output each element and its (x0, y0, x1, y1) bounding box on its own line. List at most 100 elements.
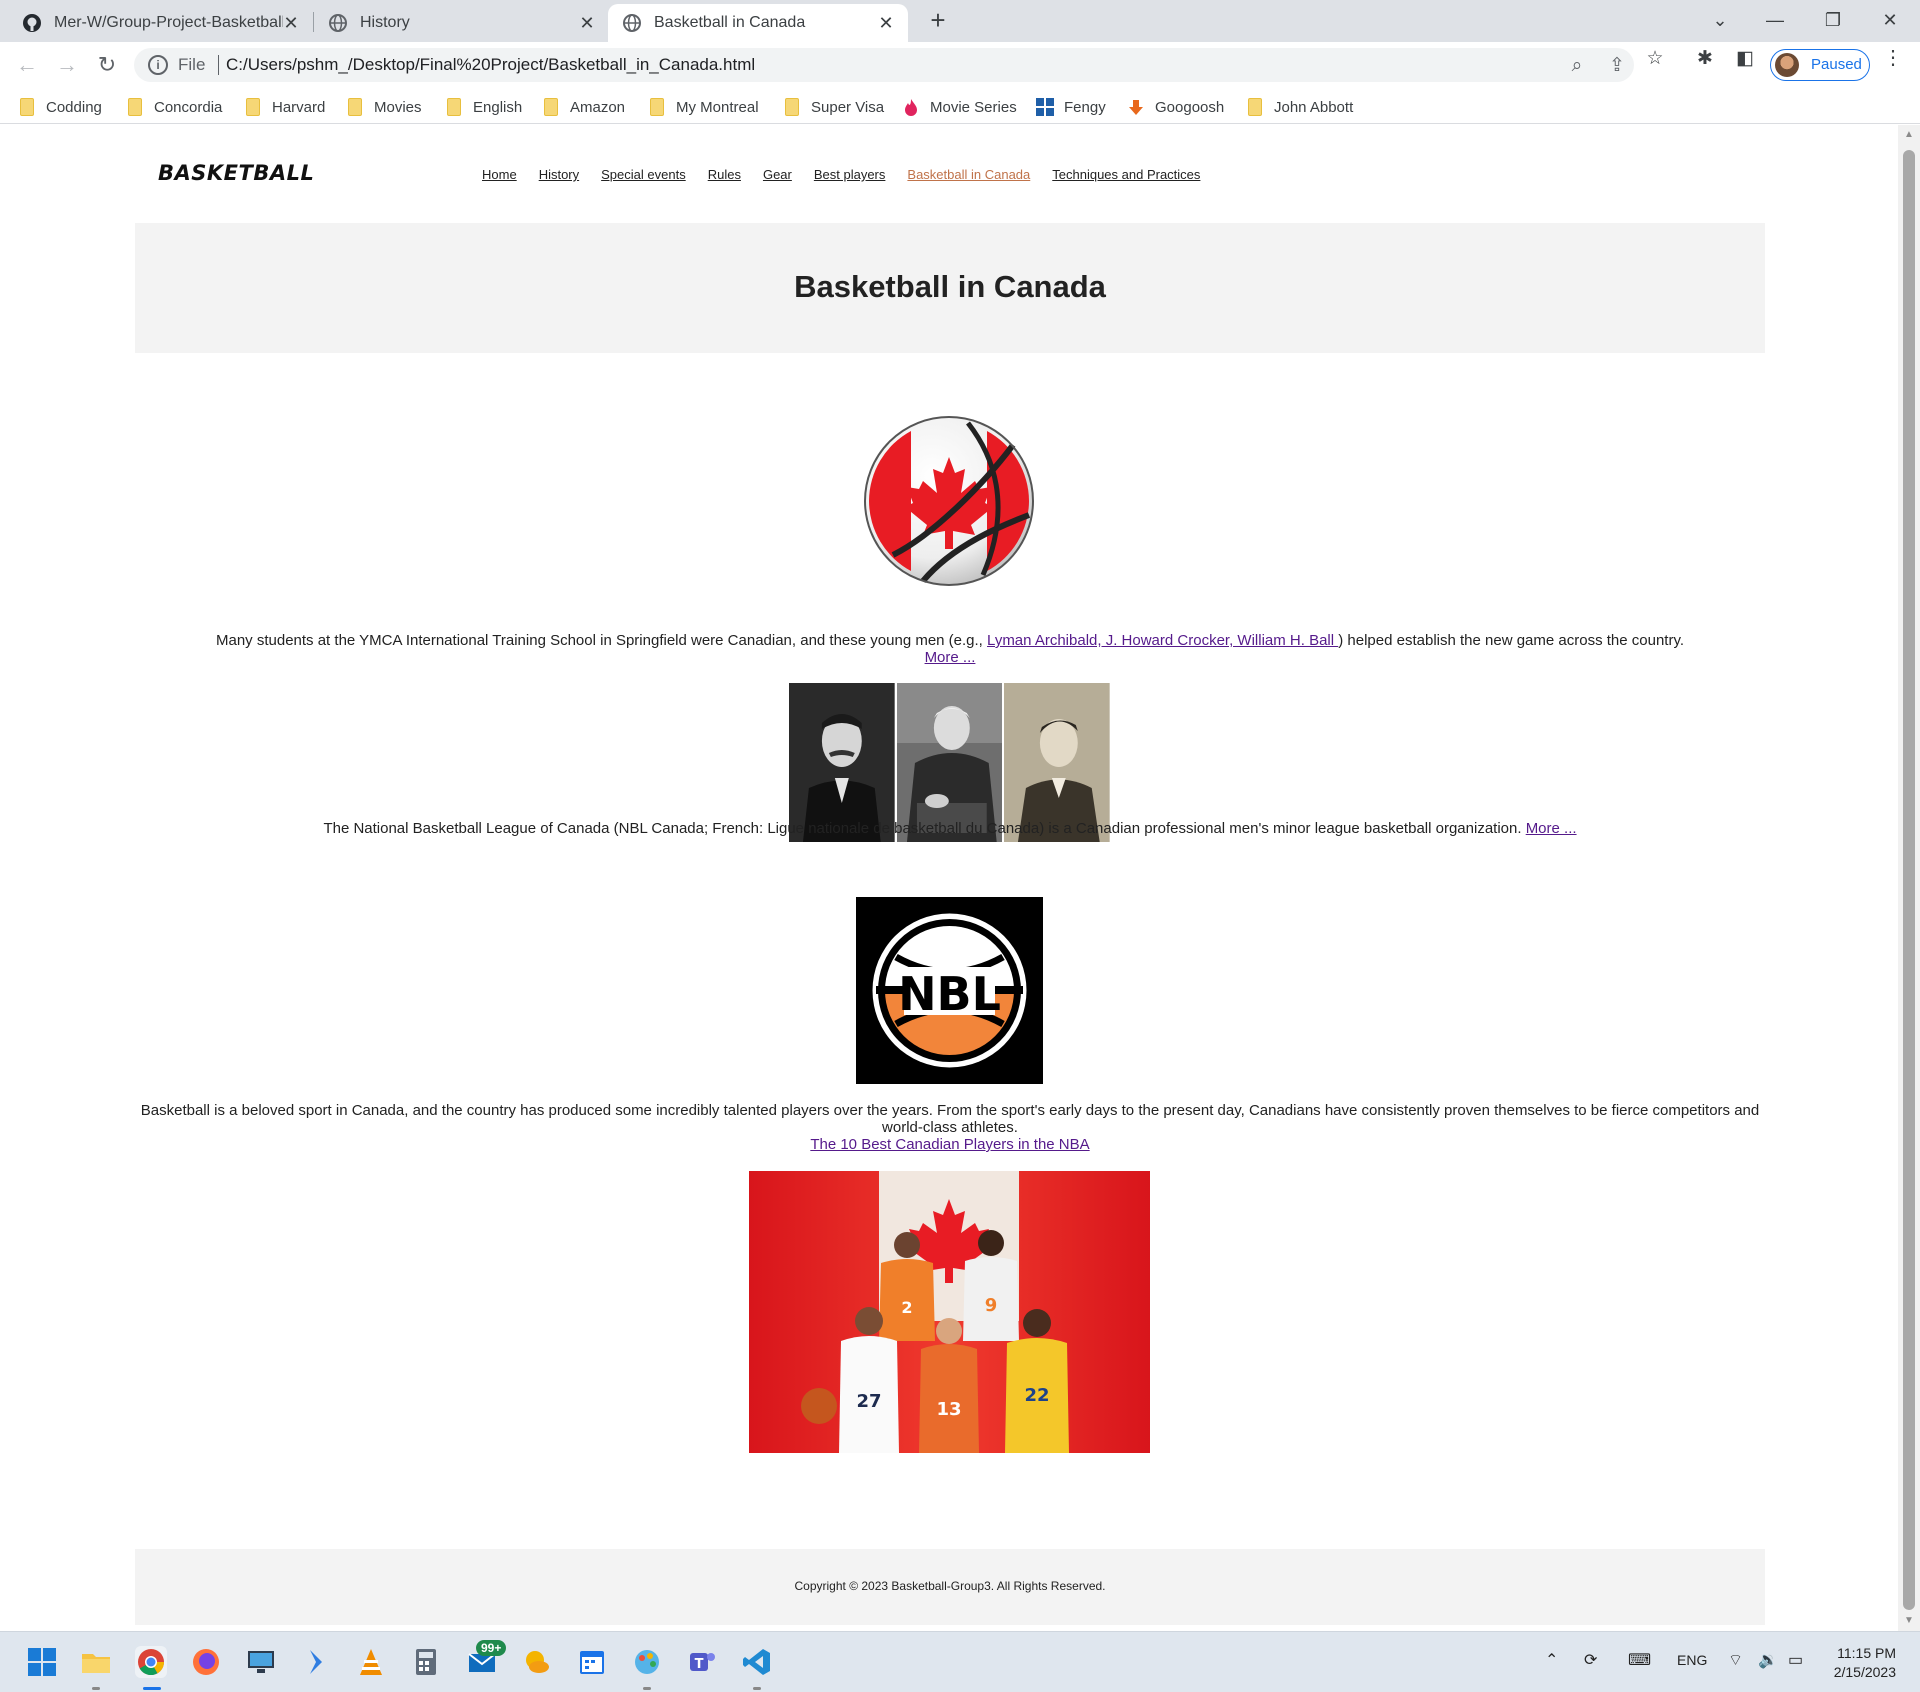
jersey-number: 22 (1024, 1385, 1049, 1406)
close-window-button[interactable]: ✕ (1870, 4, 1910, 36)
close-tab-icon[interactable]: ✕ (283, 13, 299, 34)
vlc-icon[interactable] (355, 1646, 387, 1678)
tab-history[interactable]: History ✕ (314, 4, 609, 42)
sync-icon[interactable]: ⟳ (1584, 1650, 1597, 1670)
site-info-icon[interactable]: i (148, 55, 168, 75)
close-tab-icon[interactable]: ✕ (579, 13, 595, 34)
tab-basketball-in-canada[interactable]: Basketball in Canada ✕ (608, 4, 908, 42)
jersey-number: 2 (901, 1298, 912, 1317)
bookmark-folder[interactable]: Harvard (246, 96, 325, 118)
reload-button[interactable]: ↻ (92, 50, 122, 80)
windows-start-icon[interactable] (26, 1646, 58, 1678)
firefox-icon[interactable] (190, 1646, 222, 1678)
bookmark-link[interactable]: Movie Series (902, 96, 1017, 118)
browser-toolbar: ← → ↻ i File C:/Users/pshm_/Desktop/Fina… (0, 42, 1920, 88)
bookmark-folder[interactable]: Codding (20, 96, 102, 118)
url-text[interactable]: C:/Users/pshm_/Desktop/Final%20Project/B… (226, 55, 755, 75)
site-logo[interactable]: BASKETBALL (158, 161, 314, 185)
nav-rules[interactable]: Rules (708, 167, 741, 182)
best-canadian-players-link[interactable]: The 10 Best Canadian Players in the NBA (810, 1136, 1089, 1153)
back-button[interactable]: ← (12, 50, 42, 80)
volume-icon[interactable]: 🔉 (1758, 1650, 1778, 1670)
folder-icon (246, 98, 260, 116)
scrollbar-thumb[interactable] (1903, 150, 1915, 1610)
keyboard-icon[interactable]: ⌨ (1628, 1650, 1651, 1670)
more-link[interactable]: More ... (1526, 820, 1577, 837)
tab-title: Basketball in Canada (654, 14, 806, 31)
share-icon[interactable]: ⇪ (1606, 55, 1628, 77)
power-automate-icon[interactable] (300, 1646, 332, 1678)
calculator-icon[interactable] (410, 1646, 442, 1678)
bookmark-link[interactable]: Googoosh (1127, 96, 1224, 118)
restore-button[interactable]: ❐ (1813, 4, 1853, 36)
download-arrow-icon (1129, 100, 1143, 115)
minimize-button[interactable]: — (1755, 4, 1795, 36)
wifi-icon[interactable]: ⌔ (1728, 1650, 1743, 1670)
quebec-flag-icon (1036, 98, 1054, 116)
nav-basketball-in-canada[interactable]: Basketball in Canada (907, 167, 1030, 182)
remote-desktop-icon[interactable] (245, 1646, 277, 1678)
bookmark-label: John Abbott (1274, 98, 1354, 116)
running-indicator (92, 1687, 100, 1690)
folder-icon (785, 98, 799, 116)
close-tab-icon[interactable]: ✕ (878, 13, 894, 34)
side-panel-icon[interactable]: ◧ (1734, 48, 1756, 70)
canada-basketball-image (864, 416, 1034, 586)
calendar-icon[interactable] (576, 1646, 608, 1678)
nav-gear[interactable]: Gear (763, 167, 792, 182)
nav-techniques-and-practices[interactable]: Techniques and Practices (1052, 167, 1200, 182)
paint-icon[interactable] (631, 1646, 663, 1678)
weather-icon[interactable] (521, 1646, 553, 1678)
bookmark-folder[interactable]: My Montreal (650, 96, 759, 118)
address-bar[interactable]: i File C:/Users/pshm_/Desktop/Final%20Pr… (134, 48, 1634, 82)
bookmark-folder[interactable]: John Abbott (1248, 96, 1353, 118)
language-indicator[interactable]: ENG (1677, 1652, 1707, 1668)
bookmark-folder[interactable]: Concordia (128, 96, 222, 118)
bookmark-link[interactable]: Fengy (1036, 96, 1106, 118)
battery-icon[interactable]: ▭ (1788, 1650, 1803, 1670)
chrome-icon[interactable] (135, 1646, 167, 1678)
forward-button[interactable]: → (52, 50, 82, 80)
jersey-number: 27 (856, 1391, 881, 1412)
bookmark-folder[interactable]: Super Visa (785, 96, 884, 118)
profile-button[interactable]: Paused (1770, 49, 1870, 81)
extensions-icon[interactable]: ✱ (1694, 48, 1716, 70)
tab-search-chevron-icon[interactable]: ⌄ (1700, 4, 1740, 36)
active-app-indicator (143, 1687, 161, 1690)
bookmark-star-icon[interactable]: ☆ (1644, 48, 1666, 70)
bookmark-folder[interactable]: English (447, 96, 522, 118)
nav-special-events[interactable]: Special events (601, 167, 686, 182)
more-link[interactable]: More ... (925, 649, 976, 666)
new-tab-button[interactable]: + (923, 6, 953, 36)
nav-history[interactable]: History (539, 167, 579, 182)
bookmark-folder[interactable]: Movies (348, 96, 422, 118)
founders-link[interactable]: Lyman Archibald, J. Howard Crocker, Will… (987, 632, 1338, 649)
file-explorer-icon[interactable] (80, 1646, 112, 1678)
flame-icon (905, 99, 917, 116)
tab-title: History (360, 14, 410, 31)
clock-date: 2/15/2023 (1833, 1664, 1896, 1680)
teams-icon[interactable]: T (686, 1646, 718, 1678)
page-scrollbar[interactable]: ▲ ▼ (1898, 125, 1920, 1631)
nav-home[interactable]: Home (482, 167, 517, 182)
show-hidden-icons-chevron-icon[interactable]: ⌃ (1545, 1650, 1558, 1670)
bookmark-label: Movies (374, 98, 422, 116)
nbl-paragraph: The National Basketball League of Canada… (135, 820, 1765, 837)
bookmark-label: Harvard (272, 98, 326, 116)
ymca-paragraph: Many students at the YMCA International … (135, 632, 1765, 666)
zoom-icon[interactable]: ⌕ (1566, 55, 1588, 77)
system-clock[interactable]: 11:15 PM 2/15/2023 (1830, 1644, 1896, 1682)
profile-status: Paused (1811, 56, 1862, 73)
svg-text:T: T (695, 1657, 704, 1672)
bookmark-label: English (473, 98, 523, 116)
scroll-up-arrow-icon[interactable]: ▲ (1903, 129, 1915, 140)
bookmark-label: My Montreal (676, 98, 759, 116)
menu-kebab-icon[interactable]: ⋮ (1883, 48, 1903, 68)
vscode-icon[interactable] (741, 1646, 773, 1678)
nav-best-players[interactable]: Best players (814, 167, 886, 182)
tab-github[interactable]: Mer-W/Group-Project-Basketball ✕ (8, 4, 313, 42)
bookmark-folder[interactable]: Amazon (544, 96, 625, 118)
players-paragraph: Basketball is a beloved sport in Canada,… (135, 1102, 1765, 1153)
scroll-down-arrow-icon[interactable]: ▼ (1903, 1615, 1915, 1626)
page-header-banner: Basketball in Canada (135, 223, 1765, 353)
